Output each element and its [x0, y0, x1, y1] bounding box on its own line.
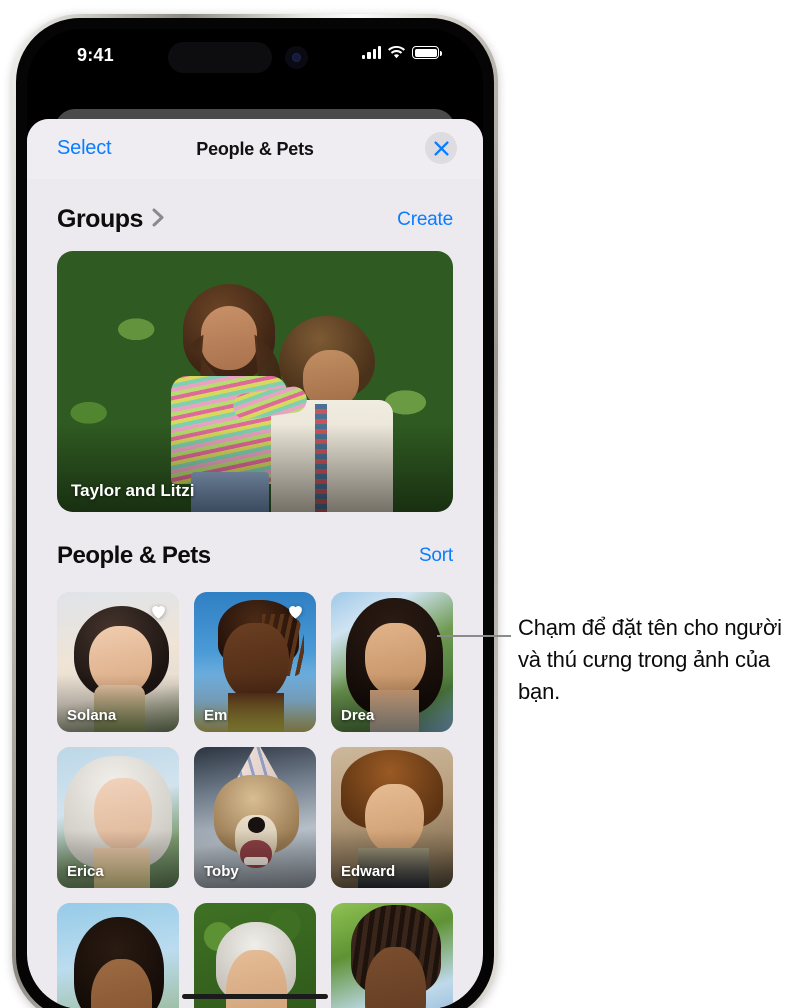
front-camera-icon [285, 46, 308, 69]
pet-name: Toby [204, 862, 239, 880]
group-featured-card[interactable]: Taylor and Litzi [57, 251, 453, 512]
group-card-title: Taylor and Litzi [71, 481, 195, 500]
favorite-heart-icon [149, 602, 168, 621]
pet-tile-toby[interactable]: Toby [194, 747, 316, 888]
people-pets-heading: People & Pets [57, 542, 211, 569]
wifi-icon [388, 45, 405, 59]
cellular-signal-icon [362, 46, 381, 59]
iphone-device-frame: 9:41 Select People & Pets Groups Create … [12, 14, 498, 1008]
person-tile-solana[interactable]: Solana [57, 592, 179, 733]
sheet-header: Select People & Pets [27, 119, 483, 179]
person-name: Erica [67, 862, 104, 880]
groups-section-header: Groups Create [57, 205, 453, 237]
person-photo [194, 902, 316, 1008]
groups-link[interactable]: Groups [57, 205, 165, 234]
person-tile-partial-3[interactable] [331, 902, 453, 1008]
person-name: Solana [67, 707, 117, 725]
screenshot-stage: 9:41 Select People & Pets Groups Create … [0, 0, 803, 1008]
page-title: People & Pets [196, 139, 314, 159]
status-bar: 9:41 [27, 29, 483, 83]
callout-leader-line [437, 635, 511, 637]
status-bar-indicators [362, 45, 442, 59]
person-tile-partial-1[interactable] [57, 902, 179, 1008]
people-pets-section-header: People & Pets Sort [57, 542, 453, 576]
person-name: Edward [341, 862, 396, 880]
person-tile-edward[interactable]: Edward [331, 747, 453, 888]
dynamic-island [168, 42, 272, 73]
person-tile-drea[interactable]: Drea [331, 592, 453, 733]
person-name: Drea [341, 707, 375, 725]
person-tile-em[interactable]: Em [194, 592, 316, 733]
close-icon [433, 140, 449, 156]
groups-heading: Groups [57, 205, 143, 233]
favorite-heart-icon [286, 602, 305, 621]
person-photo [331, 902, 453, 1008]
person-tile-erica[interactable]: Erica [57, 747, 179, 888]
people-pets-grid: Solana Em Drea Erica Toby Edward [57, 592, 453, 1008]
people-and-pets-sheet: Select People & Pets Groups Create Taylo… [27, 119, 483, 1008]
person-photo [57, 902, 179, 1008]
callout-text: Chạm để đặt tên cho người và thú cưng tr… [518, 615, 782, 704]
device-screen: 9:41 Select People & Pets Groups Create … [27, 29, 483, 1008]
chevron-right-icon [152, 205, 165, 234]
battery-icon [412, 46, 442, 59]
create-group-button[interactable]: Create [397, 209, 453, 231]
close-button[interactable] [425, 132, 457, 164]
status-bar-time: 9:41 [77, 45, 114, 65]
device-bezel: 9:41 Select People & Pets Groups Create … [16, 18, 494, 1008]
home-indicator[interactable] [182, 994, 328, 999]
person-tile-partial-2[interactable] [194, 902, 316, 1008]
sort-button[interactable]: Sort [419, 545, 453, 567]
person-name: Em [204, 707, 228, 725]
